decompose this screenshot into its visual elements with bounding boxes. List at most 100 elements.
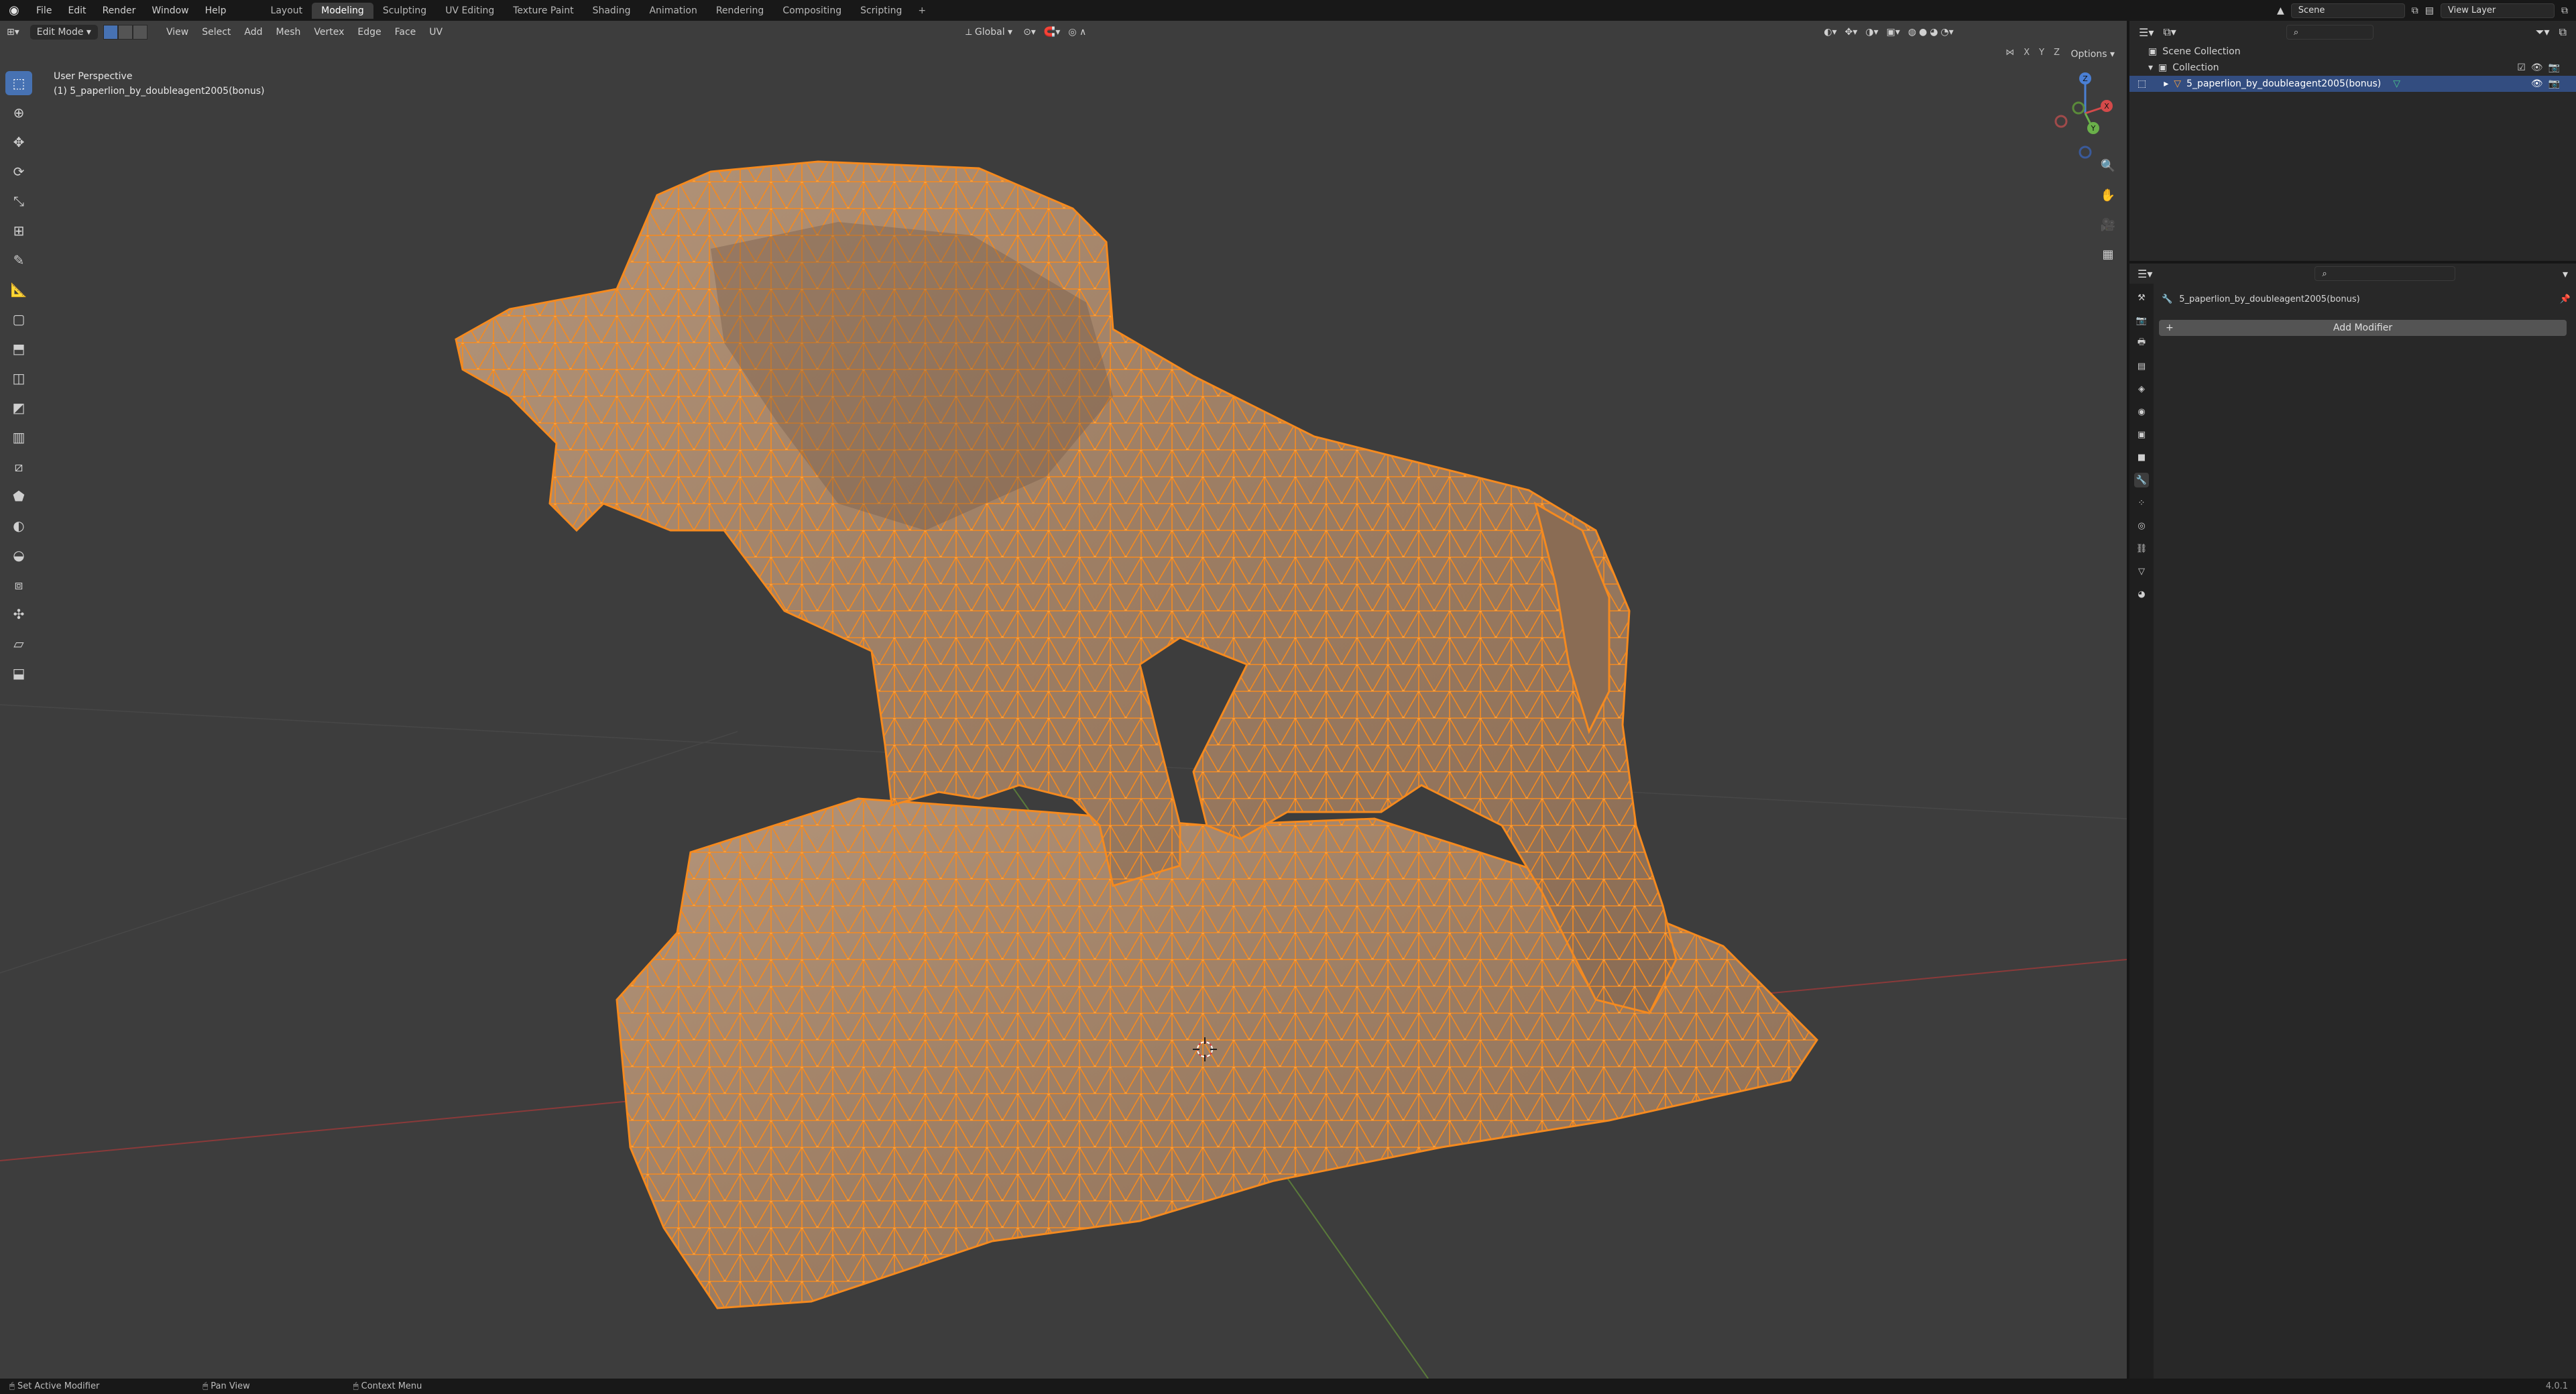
expand-icon[interactable]: ▾ bbox=[2148, 62, 2153, 73]
shading-material-icon[interactable]: ◕ bbox=[1930, 27, 1938, 38]
edit-mode-icon[interactable]: ⬚ bbox=[2138, 78, 2146, 89]
poly-build-icon[interactable]: ⬟ bbox=[5, 484, 32, 508]
outliner-editor-icon[interactable]: ☰▾ bbox=[2139, 26, 2154, 39]
outliner-search-input[interactable]: ⌕ bbox=[2286, 25, 2374, 40]
tab-shading[interactable]: Shading bbox=[583, 3, 640, 19]
pivot-icon[interactable]: ⊙▾ bbox=[1023, 27, 1036, 38]
pin-icon[interactable]: 📌 bbox=[2560, 294, 2571, 304]
shading-rendered-icon[interactable]: ◔▾ bbox=[1940, 27, 1953, 38]
extrude-icon[interactable]: ⬒ bbox=[5, 337, 32, 361]
output-props-icon[interactable]: 🖶 bbox=[2134, 336, 2149, 351]
xray-icon[interactable]: ▣▾ bbox=[1887, 27, 1900, 38]
filter-icon[interactable]: ⏷▾ bbox=[2536, 25, 2550, 39]
loop-cut-icon[interactable]: ▥ bbox=[5, 425, 32, 449]
knife-icon[interactable]: ⧄ bbox=[5, 455, 32, 479]
inset-icon[interactable]: ◫ bbox=[5, 366, 32, 390]
rip-region-icon[interactable]: ⬓ bbox=[5, 661, 32, 685]
transform-orientation-dropdown[interactable]: ⟂ Global ▾ bbox=[965, 27, 1012, 38]
navigation-gizmo[interactable]: X Y Z bbox=[2045, 68, 2119, 162]
shading-wireframe-icon[interactable]: ◍ bbox=[1908, 27, 1916, 38]
tab-modeling[interactable]: Modeling bbox=[312, 2, 373, 19]
menu-help[interactable]: Help bbox=[197, 5, 235, 16]
scale-icon[interactable]: ⤡ bbox=[5, 189, 32, 213]
new-scene-icon[interactable]: ⧉ bbox=[2412, 5, 2418, 16]
view-layer-props-icon[interactable]: ▤ bbox=[2134, 359, 2149, 373]
ortho-toggle-icon[interactable]: ▦ bbox=[2097, 243, 2119, 265]
mirror-x-button[interactable]: X bbox=[2024, 48, 2030, 58]
mode-dropdown[interactable]: Edit Mode ▾ bbox=[30, 25, 98, 40]
shrink-fatten-icon[interactable]: ✣ bbox=[5, 602, 32, 626]
menu-vertex[interactable]: Vertex bbox=[307, 27, 351, 38]
transform-icon[interactable]: ⊞ bbox=[5, 219, 32, 243]
lion-mesh[interactable] bbox=[455, 160, 1818, 1310]
render-props-icon[interactable]: 📷 bbox=[2134, 313, 2149, 328]
menu-face[interactable]: Face bbox=[388, 27, 423, 38]
new-collection-icon[interactable]: ⧉ bbox=[2559, 25, 2567, 39]
outliner-row-scene-collection[interactable]: ▣ Scene Collection bbox=[2129, 44, 2576, 60]
tab-scripting[interactable]: Scripting bbox=[851, 3, 911, 19]
tab-uv-editing[interactable]: UV Editing bbox=[436, 3, 504, 19]
bevel-icon[interactable]: ◩ bbox=[5, 396, 32, 420]
collection-visibility-icons[interactable]: ☑👁📷 bbox=[2517, 62, 2565, 73]
mirror-z-button[interactable]: Z bbox=[2054, 48, 2060, 58]
measure-icon[interactable]: 📐 bbox=[5, 278, 32, 302]
rotate-icon[interactable]: ⟳ bbox=[5, 160, 32, 184]
new-view-layer-icon[interactable]: ⧉ bbox=[2561, 5, 2568, 16]
face-select-icon[interactable] bbox=[132, 25, 148, 40]
3d-viewport[interactable]: ⊞▾ Edit Mode ▾ View Select Add Mesh Vert… bbox=[0, 21, 2127, 1379]
tab-animation[interactable]: Animation bbox=[640, 3, 706, 19]
display-mode-icon[interactable]: ⧉▾ bbox=[2163, 25, 2176, 39]
menu-edge[interactable]: Edge bbox=[351, 27, 388, 38]
visibility-icon[interactable]: ◐▾ bbox=[1824, 27, 1836, 38]
constraints-props-icon[interactable]: ⛓ bbox=[2134, 541, 2149, 556]
blender-logo-icon[interactable]: ◉ bbox=[0, 0, 28, 21]
scene-field[interactable]: Scene bbox=[2290, 3, 2405, 18]
collection-props-icon[interactable]: ▣ bbox=[2134, 427, 2149, 442]
mirror-y-button[interactable]: Y bbox=[2039, 48, 2044, 58]
expand-icon[interactable]: ▸ bbox=[2164, 78, 2168, 89]
select-box-icon[interactable]: ⬚ bbox=[5, 71, 32, 95]
outliner-row-collection[interactable]: ▾ ▣ Collection ☑👁📷 bbox=[2129, 60, 2576, 76]
menu-edit[interactable]: Edit bbox=[60, 5, 94, 16]
object-visibility-icons[interactable]: 👁📷 bbox=[2531, 78, 2565, 89]
menu-mesh[interactable]: Mesh bbox=[270, 27, 308, 38]
tab-texture-paint[interactable]: Texture Paint bbox=[504, 3, 583, 19]
cursor-icon[interactable]: ⊕ bbox=[5, 101, 32, 125]
editor-type-icon[interactable]: ⊞▾ bbox=[0, 27, 26, 38]
mesh-data-props-icon[interactable]: ▽ bbox=[2134, 564, 2149, 579]
menu-select[interactable]: Select bbox=[195, 27, 237, 38]
options-dropdown[interactable]: Options ▾ bbox=[2070, 49, 2115, 60]
tab-sculpting[interactable]: Sculpting bbox=[373, 3, 436, 19]
tab-rendering[interactable]: Rendering bbox=[707, 3, 774, 19]
add-workspace-button[interactable]: + bbox=[911, 5, 933, 16]
edge-select-icon[interactable] bbox=[117, 25, 133, 40]
snap-icon[interactable]: 🧲▾ bbox=[1044, 27, 1060, 38]
material-props-icon[interactable]: ◕ bbox=[2134, 587, 2149, 601]
shading-solid-icon[interactable]: ● bbox=[1919, 27, 1927, 38]
menu-view[interactable]: View bbox=[160, 27, 195, 38]
add-modifier-button[interactable]: + Add Modifier bbox=[2159, 320, 2567, 336]
tab-compositing[interactable]: Compositing bbox=[773, 3, 851, 19]
world-props-icon[interactable]: ◉ bbox=[2134, 404, 2149, 419]
annotate-icon[interactable]: ✎ bbox=[5, 248, 32, 272]
camera-view-icon[interactable]: 🎥 bbox=[2097, 214, 2119, 235]
pan-hand-icon[interactable]: ✋ bbox=[2097, 184, 2119, 206]
proportional-edit-icon[interactable]: ◎ ∧ bbox=[1068, 27, 1086, 38]
gizmo-toggle-icon[interactable]: ✥▾ bbox=[1845, 27, 1857, 38]
scene-props-icon[interactable]: ◈ bbox=[2134, 382, 2149, 396]
menu-render[interactable]: Render bbox=[95, 5, 144, 16]
tool-settings-icon[interactable]: ⚒ bbox=[2134, 290, 2149, 305]
move-icon[interactable]: ✥ bbox=[5, 130, 32, 154]
modifier-props-icon[interactable]: 🔧 bbox=[2134, 473, 2149, 487]
menu-file[interactable]: File bbox=[28, 5, 60, 16]
shear-icon[interactable]: ▱ bbox=[5, 632, 32, 656]
menu-uv[interactable]: UV bbox=[422, 27, 449, 38]
menu-add[interactable]: Add bbox=[237, 27, 269, 38]
physics-props-icon[interactable]: ◎ bbox=[2134, 518, 2149, 533]
zoom-icon[interactable]: 🔍 bbox=[2097, 155, 2119, 176]
outliner-row-object[interactable]: ⬚ ▸ ▽ 5_paperlion_by_doubleagent2005(bon… bbox=[2129, 76, 2576, 92]
particles-props-icon[interactable]: ⁘ bbox=[2134, 496, 2149, 510]
properties-editor-icon[interactable]: ☰▾ bbox=[2138, 268, 2152, 280]
smooth-icon[interactable]: ◒ bbox=[5, 543, 32, 567]
edge-slide-icon[interactable]: ⧈ bbox=[5, 573, 32, 597]
